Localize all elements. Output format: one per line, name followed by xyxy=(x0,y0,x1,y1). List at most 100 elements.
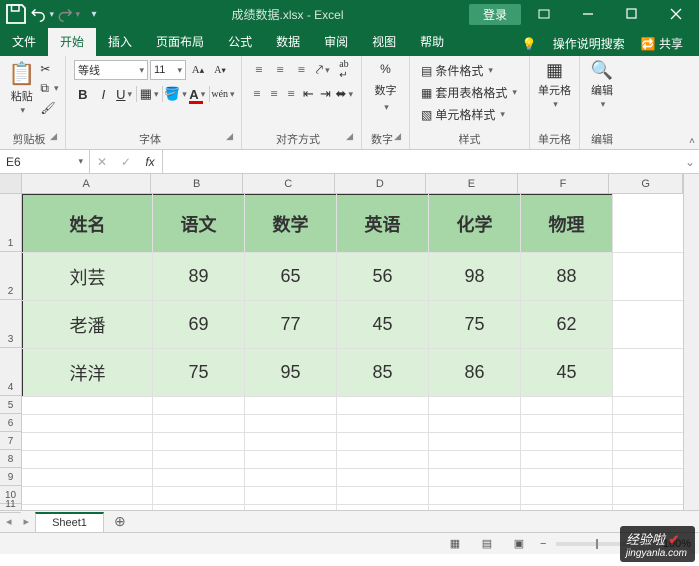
select-all-button[interactable] xyxy=(0,174,21,194)
undo-button[interactable]: ▾ xyxy=(30,2,54,26)
expand-formula-bar[interactable]: ⌄ xyxy=(681,150,699,173)
ribbon-options-button[interactable] xyxy=(523,0,565,28)
share-button[interactable]: 🔁 共享 xyxy=(635,31,689,56)
sheet-nav-next[interactable]: ▸ xyxy=(18,515,36,528)
row-header-6[interactable]: 6 xyxy=(0,414,21,432)
row-header-2[interactable]: 2 xyxy=(0,252,21,300)
tab-layout[interactable]: 页面布局 xyxy=(144,28,216,56)
table-cell[interactable]: 56 xyxy=(337,253,429,301)
table-cell[interactable]: 老潘 xyxy=(23,301,153,349)
tab-home[interactable]: 开始 xyxy=(48,28,96,56)
increase-font-button[interactable]: A▴ xyxy=(188,60,208,80)
decrease-font-button[interactable]: A▾ xyxy=(210,60,230,80)
tab-data[interactable]: 数据 xyxy=(264,28,312,56)
col-header-G[interactable]: G xyxy=(609,174,683,193)
tab-insert[interactable]: 插入 xyxy=(96,28,144,56)
table-cell[interactable]: 85 xyxy=(337,349,429,397)
paste-button[interactable]: 📋 xyxy=(8,61,35,87)
table-cell[interactable]: 75 xyxy=(153,349,245,397)
table-cell[interactable]: 98 xyxy=(429,253,521,301)
table-header[interactable]: 语文 xyxy=(153,195,245,253)
collapse-ribbon-button[interactable]: ˄ xyxy=(689,136,695,147)
table-header[interactable]: 数学 xyxy=(245,195,337,253)
sheet-nav-prev[interactable]: ◂ xyxy=(0,515,18,528)
col-header-A[interactable]: A xyxy=(22,174,151,193)
table-cell[interactable]: 45 xyxy=(521,349,613,397)
table-header[interactable]: 英语 xyxy=(337,195,429,253)
table-cell[interactable]: 77 xyxy=(245,301,337,349)
italic-button[interactable]: I xyxy=(95,84,113,104)
cut-button[interactable]: ✂ xyxy=(37,60,61,78)
cells-icon[interactable]: ▦ xyxy=(546,60,563,81)
wrap-text-button[interactable]: ab↵ xyxy=(335,60,353,80)
font-color-button[interactable]: A▾ xyxy=(188,84,206,104)
qat-customize[interactable]: ▾ xyxy=(82,2,106,26)
fx-icon[interactable]: fx xyxy=(138,155,162,169)
format-painter-button[interactable]: 🖌 xyxy=(37,99,61,117)
align-right-button[interactable]: ≡ xyxy=(284,84,298,104)
align-top-button[interactable]: ≡ xyxy=(250,60,268,80)
login-button[interactable]: 登录 xyxy=(469,4,521,25)
copy-button[interactable]: ⧉▾ xyxy=(37,79,61,98)
editing-icon[interactable]: 🔍 xyxy=(591,60,613,81)
redo-button[interactable]: ▾ xyxy=(56,2,80,26)
table-cell[interactable]: 95 xyxy=(245,349,337,397)
sheet-tab[interactable]: Sheet1 xyxy=(35,512,104,533)
table-cell[interactable]: 89 xyxy=(153,253,245,301)
table-cell[interactable]: 62 xyxy=(521,301,613,349)
table-cell[interactable]: 69 xyxy=(153,301,245,349)
row-header-11[interactable]: 11 xyxy=(0,504,21,513)
fill-color-button[interactable]: 🪣▾ xyxy=(165,84,185,104)
row-header-8[interactable]: 8 xyxy=(0,450,21,468)
tab-file[interactable]: 文件 xyxy=(0,28,48,56)
bold-button[interactable]: B xyxy=(74,84,92,104)
zoom-out-button[interactable]: − xyxy=(540,538,546,550)
table-cell[interactable]: 88 xyxy=(521,253,613,301)
close-button[interactable] xyxy=(655,0,697,28)
table-header[interactable]: 化学 xyxy=(429,195,521,253)
merge-button[interactable]: ⬌▾ xyxy=(336,84,353,104)
tab-review[interactable]: 审阅 xyxy=(312,28,360,56)
tab-view[interactable]: 视图 xyxy=(360,28,408,56)
table-cell[interactable]: 86 xyxy=(429,349,521,397)
col-header-B[interactable]: B xyxy=(151,174,243,193)
col-header-D[interactable]: D xyxy=(335,174,427,193)
row-header-3[interactable]: 3 xyxy=(0,300,21,348)
tell-me-search[interactable]: 操作说明搜索 xyxy=(549,33,629,54)
vertical-scrollbar[interactable] xyxy=(683,174,699,510)
enter-icon[interactable]: ✓ xyxy=(114,155,138,169)
cell-grid[interactable]: 姓名语文数学英语化学物理刘芸8965569888老潘6977457562洋洋75… xyxy=(22,194,683,510)
add-sheet-button[interactable]: ⊕ xyxy=(104,513,136,530)
table-format-button[interactable]: ▦ 套用表格格式▾ xyxy=(418,82,521,103)
table-header[interactable]: 姓名 xyxy=(23,195,153,253)
align-center-button[interactable]: ≡ xyxy=(267,84,281,104)
row-header-4[interactable]: 4 xyxy=(0,348,21,396)
decrease-indent-button[interactable]: ⇤ xyxy=(301,84,315,104)
tab-formula[interactable]: 公式 xyxy=(216,28,264,56)
row-header-7[interactable]: 7 xyxy=(0,432,21,450)
minimize-button[interactable] xyxy=(567,0,609,28)
font-size-select[interactable]: 11▾ xyxy=(150,60,186,80)
orientation-button[interactable]: ⤤▾ xyxy=(314,60,332,80)
row-header-9[interactable]: 9 xyxy=(0,468,21,486)
font-name-select[interactable]: 等线▾ xyxy=(74,60,148,80)
page-break-view-button[interactable]: ▣ xyxy=(508,535,530,553)
table-cell[interactable]: 洋洋 xyxy=(23,349,153,397)
normal-view-button[interactable]: ▦ xyxy=(444,535,466,553)
table-cell[interactable]: 45 xyxy=(337,301,429,349)
page-layout-view-button[interactable]: ▤ xyxy=(476,535,498,553)
col-header-C[interactable]: C xyxy=(243,174,335,193)
cell-style-button[interactable]: ▧ 单元格样式▾ xyxy=(418,104,521,125)
cancel-icon[interactable]: ✕ xyxy=(90,155,114,169)
table-cell[interactable]: 65 xyxy=(245,253,337,301)
border-button[interactable]: ▦▾ xyxy=(140,84,159,104)
phonetic-button[interactable]: wén▾ xyxy=(213,84,233,104)
col-header-F[interactable]: F xyxy=(518,174,610,193)
tab-help[interactable]: 帮助 xyxy=(408,28,456,56)
row-header-1[interactable]: 1 xyxy=(0,194,21,252)
table-cell[interactable]: 75 xyxy=(429,301,521,349)
maximize-button[interactable] xyxy=(611,0,653,28)
table-header[interactable]: 物理 xyxy=(521,195,613,253)
underline-button[interactable]: U▾ xyxy=(115,84,133,104)
align-left-button[interactable]: ≡ xyxy=(250,84,264,104)
